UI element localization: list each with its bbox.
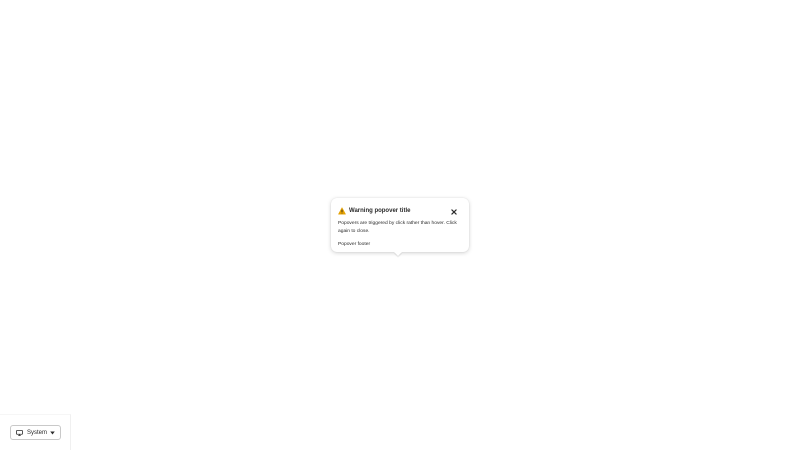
popover-body: Popovers are triggered by click rather t… (338, 221, 457, 234)
popover-footer: Popover footer (338, 242, 371, 247)
popover-header: Warning popover title (338, 205, 462, 217)
monitor-icon (16, 429, 23, 436)
popover-title: Warning popover title (349, 208, 411, 214)
theme-select-button[interactable]: System (10, 425, 61, 440)
page: Warning popover title Popovers are trigg… (0, 0, 800, 450)
caret-down-icon (50, 431, 55, 435)
close-button[interactable] (450, 207, 458, 215)
close-icon (451, 202, 457, 220)
warning-popover: Warning popover title Popovers are trigg… (331, 198, 469, 256)
warning-icon (338, 207, 346, 215)
popover-arrow (394, 252, 402, 256)
theme-select-label: System (27, 429, 48, 436)
